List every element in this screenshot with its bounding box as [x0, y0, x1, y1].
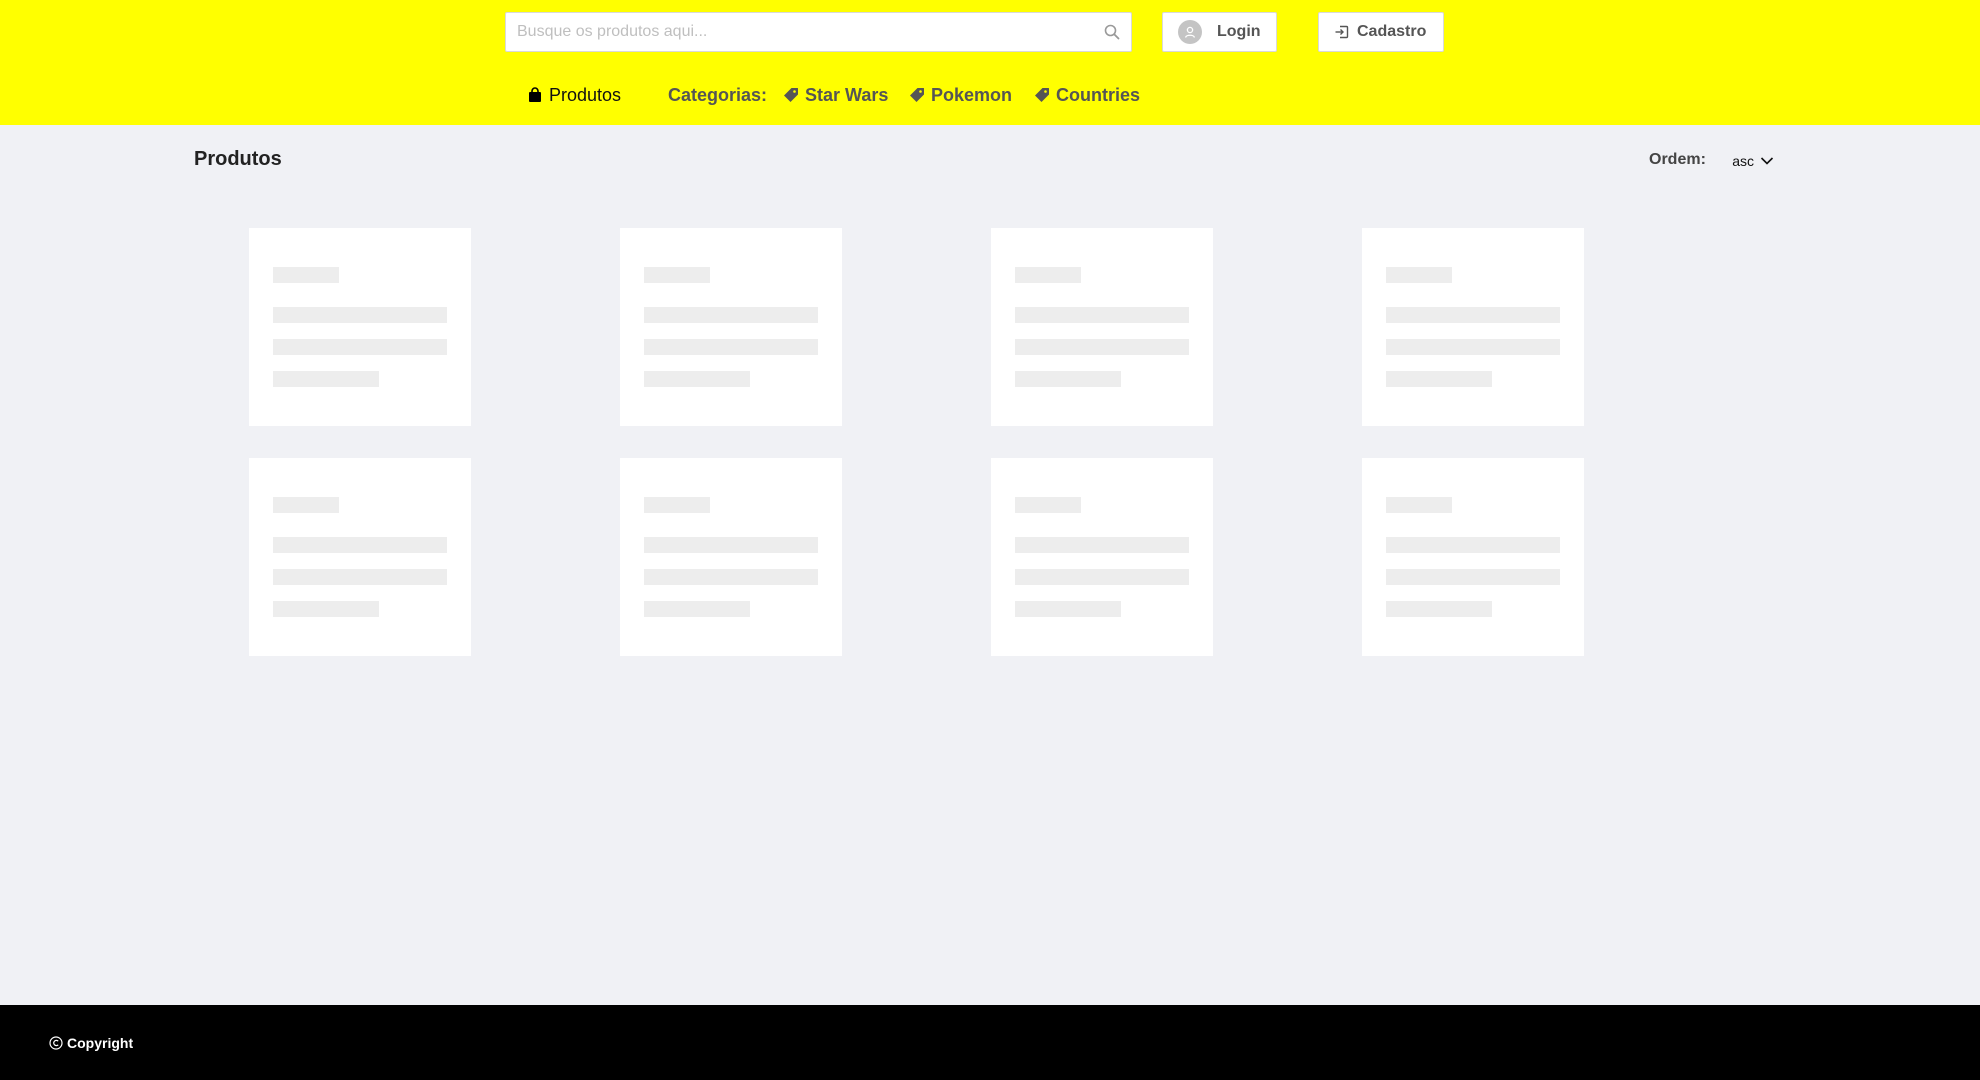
- skeleton-line: [273, 569, 447, 585]
- category-star-wars[interactable]: Star Wars: [783, 80, 888, 110]
- login-button[interactable]: Login: [1162, 12, 1277, 52]
- skeleton-line: [273, 537, 447, 553]
- search-box: [505, 12, 1132, 52]
- main-nav: Produtos Categorias: Star Wars Pokemon C…: [0, 80, 1980, 110]
- copyright: Copyright: [49, 1035, 133, 1051]
- tag-icon: [910, 88, 924, 102]
- skeleton-line: [273, 267, 339, 283]
- search-input[interactable]: [506, 13, 1086, 51]
- skeleton-line: [1015, 601, 1121, 617]
- category-label: Pokemon: [931, 84, 1013, 105]
- skeleton-line: [1015, 307, 1189, 323]
- chevron-down-icon: [1760, 157, 1774, 165]
- product-card-skeleton: [249, 228, 471, 426]
- skeleton-line: [1386, 569, 1560, 585]
- skeleton-line: [1386, 339, 1560, 355]
- skeleton-line: [644, 339, 818, 355]
- category-label: Star Wars: [805, 84, 889, 105]
- product-card-skeleton: [620, 458, 842, 656]
- order-select[interactable]: asc: [1716, 148, 1774, 174]
- skeleton-line: [273, 601, 379, 617]
- skeleton-line: [1386, 267, 1452, 283]
- cadastro-label: Cadastro: [1357, 23, 1427, 40]
- skeleton-line: [273, 339, 447, 355]
- product-card-skeleton: [991, 458, 1213, 656]
- skeleton-line: [644, 537, 818, 553]
- nav-produtos[interactable]: Produtos: [528, 80, 621, 110]
- skeleton-line: [644, 601, 750, 617]
- skeleton-line: [1015, 569, 1189, 585]
- category-countries[interactable]: Countries: [1034, 80, 1140, 110]
- skeleton-line: [644, 307, 818, 323]
- skeleton-line: [273, 497, 339, 513]
- tag-icon: [784, 88, 798, 102]
- user-avatar-icon: [1178, 20, 1202, 44]
- product-card-skeleton: [991, 228, 1213, 426]
- product-card-skeleton: [620, 228, 842, 426]
- category-pokemon[interactable]: Pokemon: [909, 80, 1012, 110]
- skeleton-line: [1015, 537, 1189, 553]
- search-icon[interactable]: [1103, 23, 1121, 41]
- product-card-skeleton: [1362, 228, 1584, 426]
- skeleton-line: [1386, 497, 1452, 513]
- skeleton-line: [644, 371, 750, 387]
- skeleton-line: [273, 371, 379, 387]
- order-value: asc: [1732, 153, 1754, 169]
- skeleton-line: [1386, 371, 1492, 387]
- product-card-skeleton: [1362, 458, 1584, 656]
- skeleton-line: [1386, 307, 1560, 323]
- copyright-icon: [49, 1036, 63, 1050]
- copyright-label: Copyright: [67, 1035, 134, 1051]
- product-card-skeleton: [249, 458, 471, 656]
- skeleton-line: [1386, 601, 1492, 617]
- top-header: Login Cadastro Produtos Categorias: Star…: [0, 0, 1980, 125]
- login-label: Login: [1217, 23, 1261, 40]
- tag-icon: [1035, 88, 1049, 102]
- skeleton-line: [1386, 537, 1560, 553]
- skeleton-line: [273, 307, 447, 323]
- order-label: Ordem:: [1649, 151, 1706, 168]
- shopping-bag-icon: [529, 87, 541, 102]
- skeleton-line: [1015, 497, 1081, 513]
- skeleton-line: [644, 267, 710, 283]
- skeleton-line: [644, 569, 818, 585]
- skeleton-line: [644, 497, 710, 513]
- footer: Copyright: [0, 1005, 1980, 1080]
- category-label: Countries: [1056, 84, 1141, 105]
- skeleton-line: [1015, 371, 1121, 387]
- categorias-label: Categorias:: [668, 84, 768, 105]
- page-title: Produtos: [194, 148, 282, 170]
- cadastro-button[interactable]: Cadastro: [1318, 12, 1444, 52]
- skeleton-line: [1015, 339, 1189, 355]
- nav-produtos-label: Produtos: [549, 84, 622, 105]
- login-icon: [1335, 25, 1349, 39]
- skeleton-line: [1015, 267, 1081, 283]
